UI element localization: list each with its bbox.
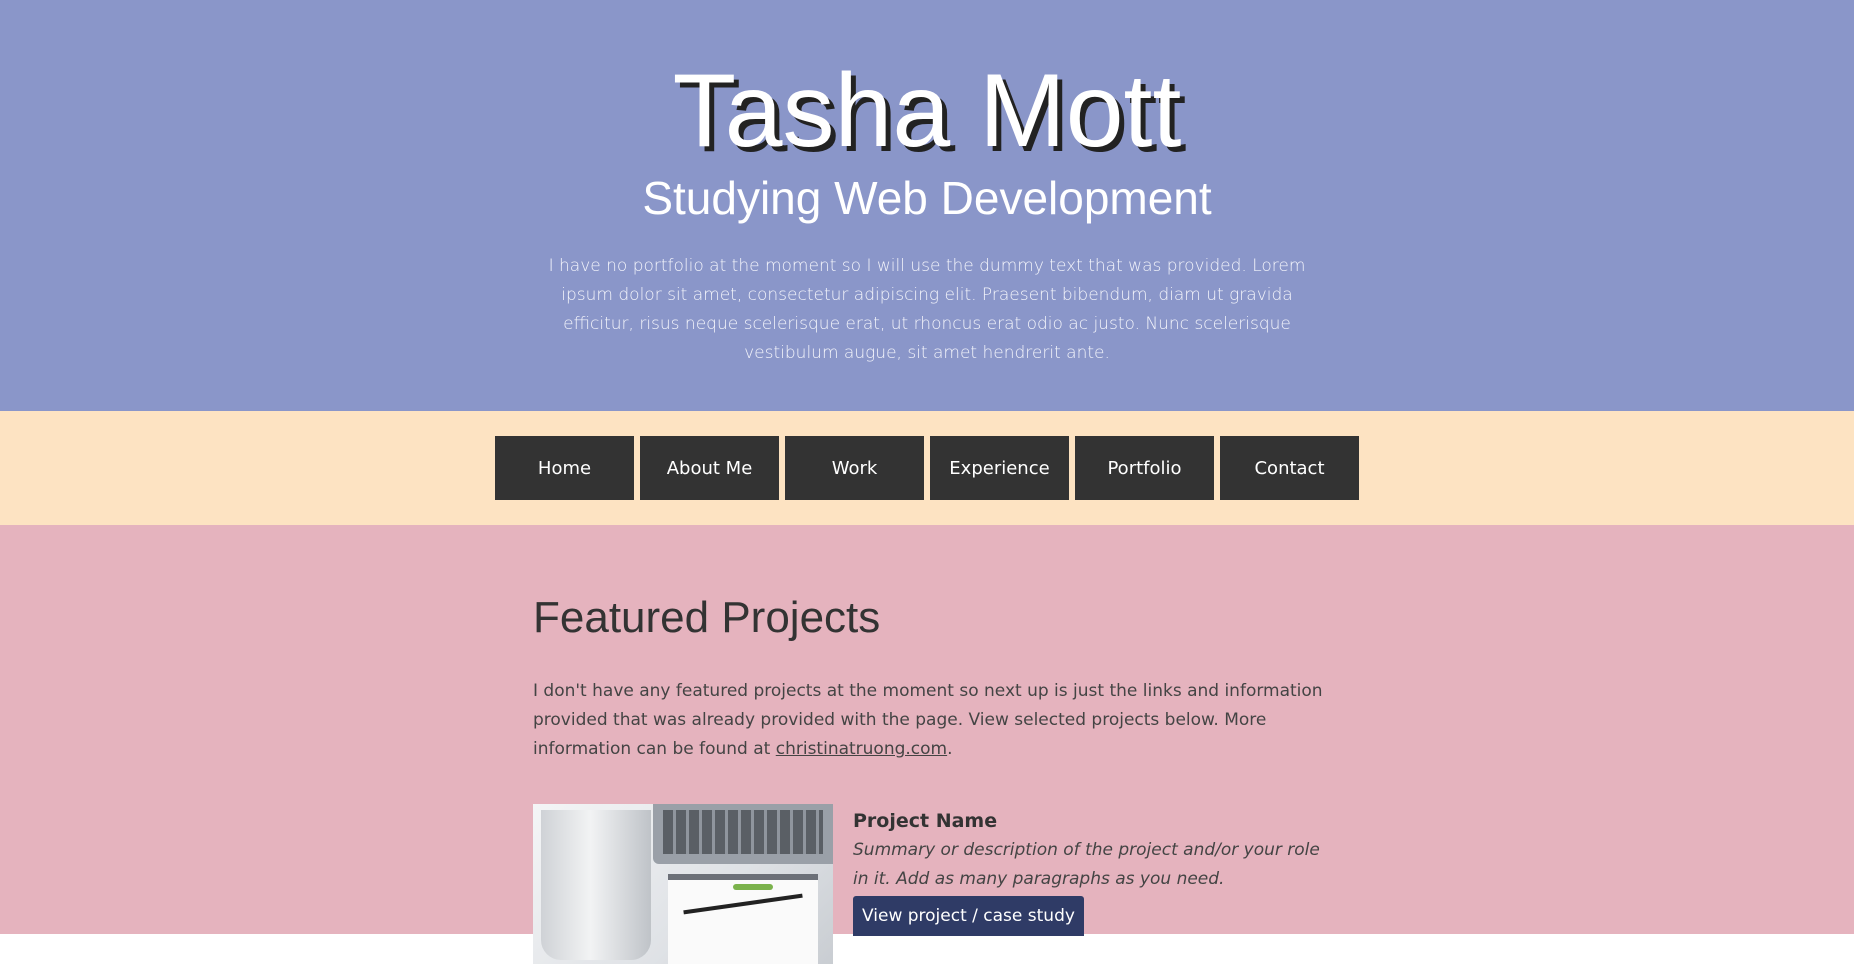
nav-item-home[interactable]: Home <box>495 436 634 500</box>
featured-section: Featured Projects I don't have any featu… <box>0 525 1854 964</box>
nav-item-contact[interactable]: Contact <box>1220 436 1359 500</box>
nav-item-experience[interactable]: Experience <box>930 436 1069 500</box>
keyboard-image-part <box>663 810 823 854</box>
main-nav: Home About Me Work Experience Portfolio … <box>0 411 1854 525</box>
project-card: Project Name Summary or description of t… <box>533 804 1333 964</box>
clip-image-part <box>733 884 773 890</box>
nav-item-about-me[interactable]: About Me <box>640 436 779 500</box>
project-summary: Summary or description of the project an… <box>853 840 1320 889</box>
hero-intro: I have no portfolio at the moment so I w… <box>548 256 1306 363</box>
nav-item-portfolio[interactable]: Portfolio <box>1075 436 1214 500</box>
hero-subtitle: Studying Web Development <box>642 172 1212 224</box>
featured-text: I don't have any featured projects at th… <box>533 677 1333 764</box>
featured-content: Featured Projects I don't have any featu… <box>533 525 1333 964</box>
featured-link-suffix: . <box>947 739 953 759</box>
nav-item-work[interactable]: Work <box>785 436 924 500</box>
hero-name: Tasha Mott <box>672 53 1182 169</box>
project-name: Project Name <box>853 810 998 832</box>
project-thumbnail <box>533 804 833 964</box>
featured-title: Featured Projects <box>533 593 881 642</box>
view-project-button[interactable]: View project / case study <box>853 896 1084 936</box>
featured-link[interactable]: christinatruong.com <box>776 739 947 759</box>
hero-section: Tasha Mott Studying Web Development I ha… <box>0 0 1854 411</box>
project-info: Project Name Summary or description of t… <box>853 804 1333 964</box>
mug-image-part <box>541 810 651 960</box>
